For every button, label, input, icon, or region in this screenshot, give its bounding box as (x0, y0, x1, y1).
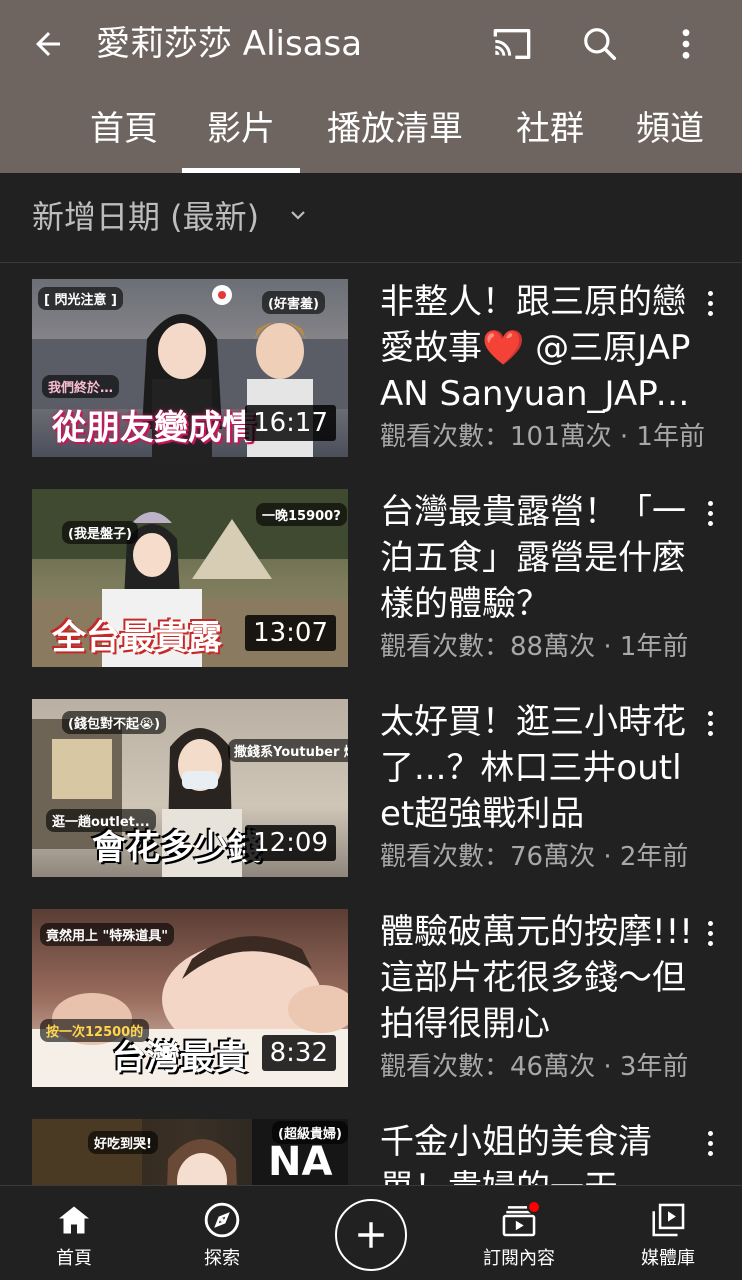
more-vert-icon[interactable] (694, 493, 726, 533)
tab-home[interactable]: 首頁 (88, 90, 160, 173)
video-thumbnail[interactable]: (錢包對不起😭) 撒錢系Youtuber 爆買! 逛一趟outlet... 會花… (32, 699, 348, 877)
video-item[interactable]: 竟然用上 "特殊道具" 按一次12500的 台灣最貴 8:32 體驗破萬元的按摩… (0, 893, 742, 1103)
thumbnail-caption: 會花多少錢 (92, 828, 262, 868)
subscriptions-icon (499, 1200, 541, 1240)
back-arrow-icon[interactable] (26, 22, 70, 66)
tab-videos[interactable]: 影片 (182, 90, 300, 173)
channel-title: 愛莉莎莎 Alisasa (96, 24, 363, 64)
explore-icon (202, 1200, 242, 1240)
nav-label: 探索 (204, 1248, 240, 1269)
search-icon[interactable] (576, 22, 624, 66)
video-thumbnail[interactable]: (我是盤子) 一晚15900? 全台最貴露 13:07 (32, 489, 348, 667)
video-meta: 觀看次數：101萬次 · 1年前 (380, 422, 705, 452)
video-meta: 觀看次數：46萬次 · 3年前 (380, 1052, 689, 1082)
video-list: [ 閃光注意 ] (好害羞) 我們終於… 從朋友變成情 16:17 非整人！跟三… (0, 263, 742, 1185)
more-vert-icon[interactable] (694, 283, 726, 323)
video-title[interactable]: 非整人！跟三原的戀愛故事❤️ @三原JAPAN Sanyuan_JAPAN (380, 279, 696, 417)
thumbnail-tag: 撒錢系Youtuber 爆買! (228, 739, 348, 762)
library-icon (648, 1200, 688, 1240)
bottom-nav: 首頁 探索 訂閱內容 媒體庫 (0, 1185, 742, 1280)
duration-badge: 13:07 (245, 615, 336, 651)
thumbnail-tag: 竟然用上 "特殊道具" (40, 923, 175, 946)
video-thumbnail[interactable]: [ 閃光注意 ] (好害羞) 我們終於… 從朋友變成情 16:17 (32, 279, 348, 457)
chevron-down-icon (291, 211, 305, 220)
more-vert-icon[interactable] (694, 1123, 726, 1163)
more-vert-icon[interactable] (694, 703, 726, 743)
video-item[interactable]: [ 閃光注意 ] (好害羞) 我們終於… 從朋友變成情 16:17 非整人！跟三… (0, 263, 742, 473)
video-item[interactable]: (我是盤子) 一晚15900? 全台最貴露 13:07 台灣最貴露營！「一泊五食… (0, 473, 742, 683)
sort-bar[interactable]: 新增日期 (最新) (0, 173, 742, 263)
nav-label: 訂閱內容 (483, 1248, 555, 1269)
thumbnail-tag: (我是盤子) (62, 521, 138, 544)
thumbnail-tag: 一晚15900? (256, 503, 347, 526)
thumbnail-caption: 全台最貴露 (52, 618, 222, 658)
video-meta: 觀看次數：76萬次 · 2年前 (380, 842, 689, 872)
thumbnail-tag: 我們終於… (42, 375, 120, 398)
home-icon (54, 1200, 94, 1240)
video-thumbnail[interactable]: NA 好吃到哭! (超級貴婦) (32, 1119, 348, 1185)
nav-explore[interactable]: 探索 (162, 1186, 282, 1280)
nav-subscriptions[interactable]: 訂閱內容 (459, 1186, 579, 1280)
channel-tabs: 首頁 影片 播放清單 社群 頻道 (0, 90, 742, 173)
video-title[interactable]: 體驗破萬元的按摩!!!這部片花很多錢～但拍得很開心 (380, 909, 696, 1047)
thumbnail-tag: [ 閃光注意 ] (38, 287, 123, 310)
create-icon[interactable] (335, 1199, 407, 1271)
cast-icon[interactable] (488, 22, 536, 66)
thumbnail-tag: 好吃到哭! (88, 1131, 158, 1154)
sort-label[interactable]: 新增日期 (最新) (32, 195, 259, 239)
duration-badge: 16:17 (245, 405, 336, 441)
video-title[interactable]: 台灣最貴露營！「一泊五食」露營是什麼樣的體驗？ (380, 489, 696, 627)
tab-playlists[interactable]: 播放清單 (324, 90, 466, 173)
video-meta: 觀看次數：88萬次 · 1年前 (380, 632, 689, 662)
duration-badge: 8:32 (261, 1035, 336, 1071)
video-thumbnail[interactable]: 竟然用上 "特殊道具" 按一次12500的 台灣最貴 8:32 (32, 909, 348, 1087)
nav-library[interactable]: 媒體庫 (608, 1186, 728, 1280)
app-bar: 愛莉莎莎 Alisasa 首頁 影片 播放清單 社群 頻道 (0, 0, 742, 173)
nav-home[interactable]: 首頁 (14, 1186, 134, 1280)
more-vert-icon[interactable] (694, 913, 726, 953)
notification-dot (527, 1200, 541, 1214)
thumbnail-caption: 從朋友變成情 (52, 408, 256, 448)
more-vert-icon[interactable] (664, 22, 708, 66)
nav-label: 媒體庫 (641, 1248, 695, 1269)
tab-channels[interactable]: 頻道 (634, 90, 706, 173)
video-item[interactable]: NA 好吃到哭! (超級貴婦) 千金小姐的美食清單！貴婦的一天 (0, 1103, 742, 1185)
thumbnail-tag: (錢包對不起😭) (62, 711, 167, 734)
thumbnail-tag: (好害羞) (262, 291, 325, 314)
duration-badge: 12:09 (245, 825, 336, 861)
thumbnail-tag: (超級貴婦) (272, 1121, 348, 1144)
thumbnail-caption: 台灣最貴 (112, 1038, 248, 1078)
nav-label: 首頁 (56, 1248, 92, 1269)
video-item[interactable]: (錢包對不起😭) 撒錢系Youtuber 爆買! 逛一趟outlet... 會花… (0, 683, 742, 893)
video-title[interactable]: 千金小姐的美食清單！貴婦的一天 (380, 1119, 696, 1185)
video-title[interactable]: 太好買！逛三小時花了...？林口三井outlet超強戰利品 (380, 699, 696, 837)
svg-text:NA: NA (268, 1139, 332, 1185)
tab-community[interactable]: 社群 (514, 90, 586, 173)
